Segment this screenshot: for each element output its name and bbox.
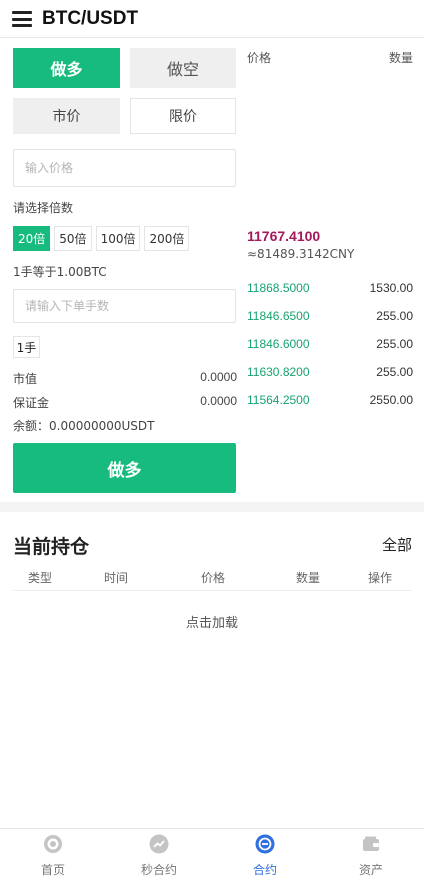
balance-text: 余额：0.00000000USDT xyxy=(13,419,155,433)
margin-value: 0.0000 xyxy=(200,394,237,408)
hamburger-menu-icon[interactable] xyxy=(12,11,32,27)
orderbook-row[interactable]: 11846.6000 255.00 xyxy=(247,337,413,353)
hand-size-info: 1手等于1.00BTC xyxy=(13,265,107,279)
orderbook-price-header: 价格 xyxy=(247,51,272,65)
leverage-label: 请选择倍数 xyxy=(13,201,74,215)
positions-table-header: 类型 时间 价格 数量 操作 xyxy=(13,568,412,591)
nav-assets-label: 资产 xyxy=(358,863,383,877)
bottom-nav: 首页 秒合约 合约 资产 xyxy=(0,828,424,881)
contract-icon xyxy=(255,834,275,854)
positions-title: 当前持仓 xyxy=(13,536,90,558)
margin-label: 保证金 xyxy=(13,396,50,410)
page-title: BTC/USDT xyxy=(42,8,139,29)
orderbook-row[interactable]: 11564.2500 2550.00 xyxy=(247,393,413,409)
short-tab[interactable]: 做空 xyxy=(130,48,236,88)
orderbook-row-price: 11846.6000 xyxy=(247,337,310,351)
column-action: 操作 xyxy=(368,571,393,585)
orderbook-row-price: 11846.6500 xyxy=(247,309,310,323)
market-value-row: 市值 0.0000 xyxy=(13,370,237,387)
margin-row: 保证金 0.0000 xyxy=(13,394,237,411)
long-tab[interactable]: 做多 xyxy=(13,48,120,88)
leverage-option-20x[interactable]: 20倍 xyxy=(13,226,51,251)
nav-contract-label: 合约 xyxy=(252,863,277,877)
orderbook-row-price: 11868.5000 xyxy=(247,281,310,295)
limit-order-tab[interactable]: 限价 xyxy=(130,98,236,134)
nav-second-contract[interactable]: 秒合约 xyxy=(106,829,212,881)
submit-long-button[interactable]: 做多 xyxy=(13,443,236,493)
column-quantity: 数量 xyxy=(296,571,321,585)
orderbook-row-qty: 255.00 xyxy=(376,337,413,351)
nav-assets[interactable]: 资产 xyxy=(318,829,424,881)
last-price: 11767.4100 xyxy=(247,228,321,244)
home-icon xyxy=(44,835,62,853)
nav-home[interactable]: 首页 xyxy=(0,829,106,881)
leverage-option-200x[interactable]: 200倍 xyxy=(144,226,190,251)
leverage-option-100x[interactable]: 100倍 xyxy=(95,226,141,251)
nav-contract[interactable]: 合约 xyxy=(212,829,318,881)
wallet-icon xyxy=(363,836,379,851)
column-price: 价格 xyxy=(201,571,226,585)
orderbook-row[interactable]: 11868.5000 1530.00 xyxy=(247,281,413,297)
orderbook-row[interactable]: 11846.6500 255.00 xyxy=(247,309,413,325)
orderbook-row-price: 11630.8200 xyxy=(247,365,310,379)
nav-second-contract-label: 秒合约 xyxy=(140,863,177,877)
orderbook-row[interactable]: 11630.8200 255.00 xyxy=(247,365,413,381)
second-contract-icon xyxy=(149,834,169,854)
orderbook-row-qty: 255.00 xyxy=(376,309,413,323)
column-type: 类型 xyxy=(28,571,53,585)
load-more-link[interactable]: 点击加载 xyxy=(0,612,424,631)
price-input[interactable] xyxy=(13,149,236,187)
leverage-option-50x[interactable]: 50倍 xyxy=(54,226,92,251)
leverage-options: 20倍 50倍 100倍 200倍 xyxy=(13,226,190,251)
market-value-label: 市值 xyxy=(13,372,38,386)
hand-unit-badge[interactable]: 1手 xyxy=(13,336,40,358)
nav-home-label: 首页 xyxy=(40,863,65,877)
orderbook-qty-header: 数量 xyxy=(388,51,413,65)
column-time: 时间 xyxy=(104,571,129,585)
positions-all-link[interactable]: 全部 xyxy=(382,534,412,555)
orderbook-row-price: 11564.2500 xyxy=(247,393,310,407)
top-bar: BTC/USDT xyxy=(0,0,424,38)
orderbook-row-qty: 2550.00 xyxy=(369,393,413,407)
orderbook-row-qty: 255.00 xyxy=(376,365,413,379)
last-price-cny: ≈81489.3142CNY xyxy=(247,247,355,261)
market-value: 0.0000 xyxy=(200,370,237,384)
quantity-input[interactable] xyxy=(13,289,236,323)
section-divider xyxy=(0,502,424,512)
market-order-tab[interactable]: 市价 xyxy=(13,98,120,134)
orderbook-row-qty: 1530.00 xyxy=(369,281,413,295)
